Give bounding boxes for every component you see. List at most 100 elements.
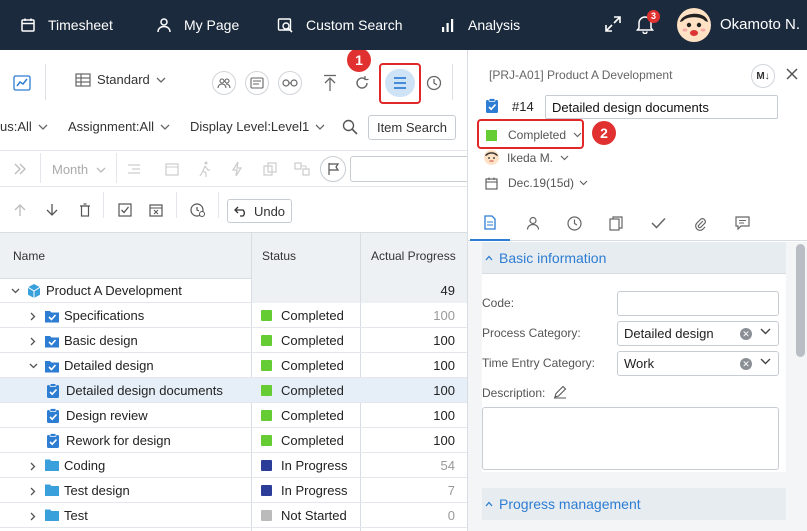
task-title-input[interactable]: Detailed design documents — [545, 95, 778, 119]
task-name[interactable]: Basic design — [64, 328, 138, 353]
calendar-cross-icon[interactable] — [144, 198, 168, 222]
task-status[interactable]: Completed — [261, 428, 344, 453]
copy-icon[interactable] — [258, 157, 282, 181]
move-to-top-icon[interactable] — [318, 71, 342, 95]
lightning-icon[interactable] — [225, 157, 249, 181]
chevron-right-icon[interactable] — [28, 311, 38, 321]
move-down-icon[interactable] — [40, 198, 64, 222]
task-status[interactable]: In Progress — [261, 453, 347, 478]
glasses-icon[interactable] — [278, 71, 302, 95]
display-level-filter[interactable]: Display Level:Level1 — [190, 119, 325, 134]
trash-icon[interactable] — [73, 198, 97, 222]
walk-icon[interactable] — [193, 157, 217, 181]
table-row[interactable]: Test design In Progress 7 — [0, 478, 467, 503]
process-category-select[interactable]: Detailed design ✕ — [617, 321, 779, 346]
refresh-icon[interactable] — [350, 71, 374, 95]
task-name[interactable]: Test design — [64, 478, 130, 503]
view-selector[interactable]: Standard — [75, 72, 166, 87]
table-row[interactable]: Product A Development 49 — [0, 278, 467, 303]
search-icon[interactable] — [338, 115, 362, 139]
card-view-icon[interactable] — [245, 71, 269, 95]
task-status[interactable]: Not Started — [261, 503, 347, 528]
clock-filter-icon[interactable] — [186, 198, 210, 222]
task-name[interactable]: Rework for design — [66, 428, 171, 453]
chevron-right-icon[interactable] — [28, 511, 38, 521]
table-row[interactable]: Test Not Started 0 — [0, 503, 467, 528]
nav-timesheet[interactable]: Timesheet — [20, 0, 113, 50]
scrollbar-track[interactable] — [794, 242, 807, 531]
task-name[interactable]: Specifications — [64, 303, 144, 328]
nav-custom-search[interactable]: Custom Search — [277, 0, 402, 50]
double-chevron-right-icon[interactable] — [8, 157, 32, 181]
tab-deliverables[interactable] — [596, 205, 636, 241]
chevron-down-icon[interactable] — [28, 361, 38, 371]
table-row[interactable]: Basic design Completed 100 — [0, 328, 467, 353]
history-clock-icon[interactable] — [422, 71, 446, 95]
user-name[interactable]: Okamoto N. — [720, 16, 800, 33]
status-filter[interactable]: us:All — [0, 119, 48, 134]
expand-icon[interactable] — [604, 15, 622, 33]
clear-icon[interactable]: ✕ — [740, 358, 752, 370]
task-name[interactable]: Design review — [66, 403, 148, 428]
undo-button[interactable]: Undo — [227, 199, 292, 223]
description-textarea[interactable] — [482, 407, 779, 470]
tab-details[interactable] — [470, 205, 510, 241]
table-row[interactable]: Detailed design Completed 100 — [0, 353, 467, 378]
task-status[interactable]: Completed — [261, 303, 344, 328]
task-name[interactable]: Detailed design — [64, 353, 154, 378]
tab-attachments[interactable] — [680, 205, 720, 241]
item-search-button[interactable]: Item Search — [368, 115, 456, 140]
due-date-dropdown[interactable]: Dec.19(15d) — [485, 176, 588, 190]
table-row[interactable]: Design review Completed 100 — [0, 403, 467, 428]
task-status[interactable]: Completed — [261, 403, 344, 428]
scrollbar-thumb[interactable] — [796, 244, 805, 357]
table-row[interactable]: Rework for design Completed 100 — [0, 428, 467, 453]
chevron-right-icon[interactable] — [28, 336, 38, 346]
checkbox-icon[interactable] — [113, 198, 137, 222]
assignee-dropdown[interactable]: Ikeda M. — [484, 150, 569, 165]
task-status[interactable]: Completed — [261, 378, 344, 403]
link-icon[interactable] — [290, 157, 314, 181]
assignment-filter[interactable]: Assignment:All — [68, 119, 170, 134]
clear-icon[interactable]: ✕ — [740, 328, 752, 340]
section-progress-header[interactable]: Progress management — [482, 488, 786, 520]
chart-view-icon[interactable] — [10, 71, 34, 95]
gantt-search-input[interactable] — [350, 156, 467, 182]
column-header-status[interactable]: Status — [262, 249, 296, 263]
section-basic-header[interactable]: Basic information — [482, 242, 786, 274]
column-header-progress[interactable]: Actual Progress — [371, 249, 456, 263]
chevron-right-icon[interactable] — [28, 486, 38, 496]
markdown-badge[interactable]: M↓ — [751, 64, 775, 88]
members-icon[interactable] — [212, 71, 236, 95]
task-status[interactable]: Completed — [261, 353, 344, 378]
milestone-flag-icon[interactable] — [320, 156, 346, 182]
project-breadcrumb[interactable]: [PRJ-A01] Product A Development — [489, 68, 672, 82]
tab-comments[interactable] — [722, 205, 762, 241]
tab-members[interactable] — [513, 205, 553, 241]
code-input[interactable] — [617, 291, 779, 316]
column-header-name[interactable]: Name — [13, 249, 45, 263]
tab-time[interactable] — [554, 205, 594, 241]
move-up-icon[interactable] — [8, 198, 32, 222]
calendar-icon[interactable] — [160, 157, 184, 181]
chevron-down-icon[interactable] — [10, 286, 20, 296]
task-name[interactable]: Product A Development — [46, 278, 182, 303]
period-selector[interactable]: Month — [52, 162, 106, 177]
task-name[interactable]: Detailed design documents — [66, 378, 223, 403]
nav-analysis[interactable]: Analysis — [440, 0, 520, 50]
nav-my-page[interactable]: My Page — [156, 0, 239, 50]
table-row[interactable]: Coding In Progress 54 — [0, 453, 467, 478]
indent-icon[interactable] — [122, 157, 146, 181]
table-row[interactable]: Detailed design documents Completed 100 — [0, 378, 467, 403]
task-status[interactable]: In Progress — [261, 478, 347, 503]
user-avatar[interactable] — [677, 8, 711, 42]
table-row[interactable]: Specifications Completed 100 — [0, 303, 467, 328]
time-entry-category-select[interactable]: Work ✕ — [617, 351, 779, 376]
task-name[interactable]: Test — [64, 503, 88, 528]
close-icon[interactable] — [786, 68, 798, 80]
chevron-right-icon[interactable] — [28, 461, 38, 471]
edit-pencil-icon[interactable] — [553, 385, 567, 399]
task-name[interactable]: Coding — [64, 453, 105, 478]
tab-checklist[interactable] — [638, 205, 678, 241]
task-status[interactable]: Completed — [261, 328, 344, 353]
